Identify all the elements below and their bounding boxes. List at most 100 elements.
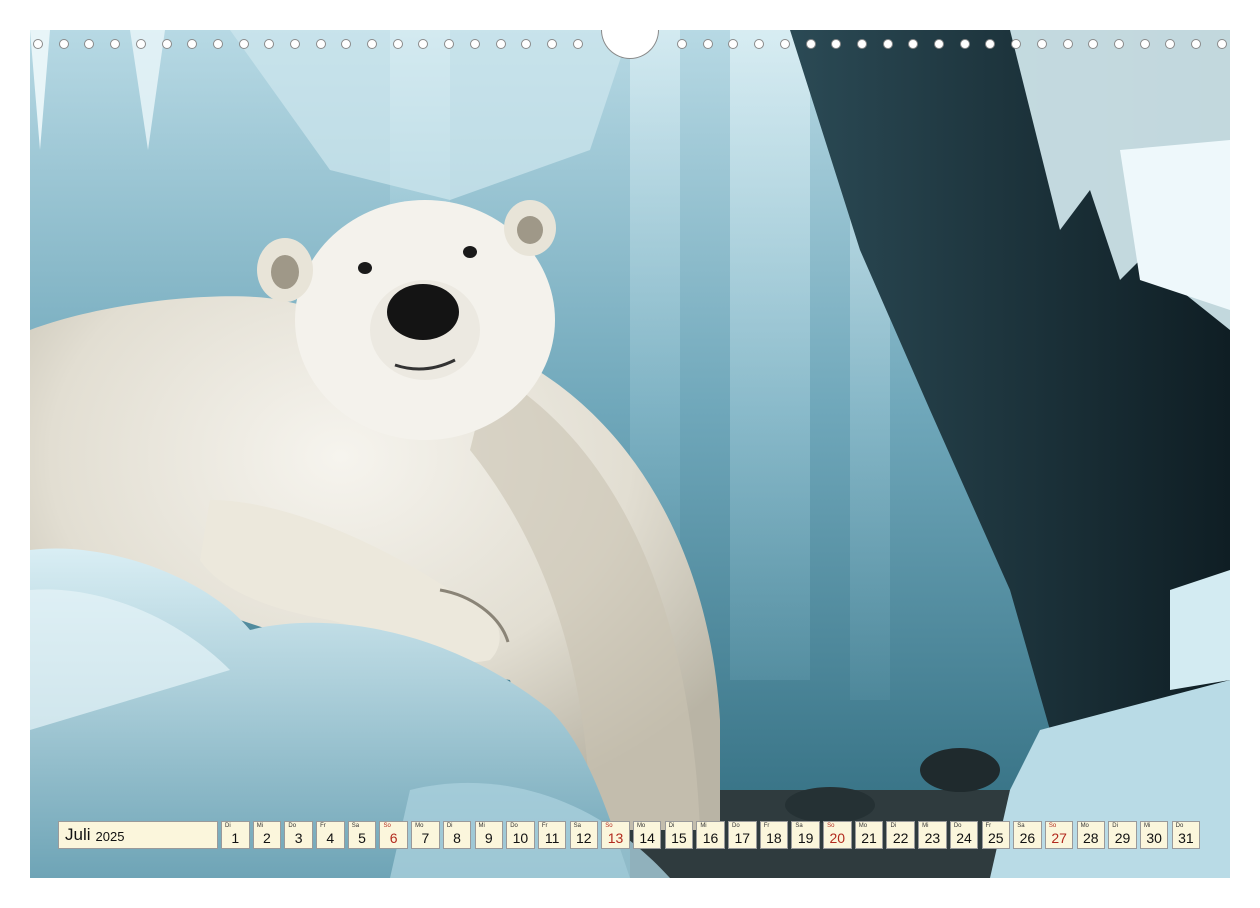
weekday-label: Mo: [636, 823, 646, 829]
weekday-label: Mo: [415, 823, 424, 829]
day-number: 29: [1114, 830, 1131, 846]
binding-hole: [213, 39, 223, 49]
weekday-label: Mo: [858, 823, 868, 829]
day-cell: Mo 7: [411, 821, 440, 849]
day-cell: Mi 23: [918, 821, 947, 849]
day-cell: So 13: [601, 821, 630, 849]
day-number: 21: [861, 830, 877, 846]
weekday-label: Fr: [320, 823, 326, 829]
binding-hole: [547, 39, 557, 49]
day-number: 2: [263, 830, 271, 846]
binding-hole: [470, 39, 480, 49]
weekday-label: Do: [288, 823, 297, 829]
weekday-label: Sa: [351, 823, 360, 829]
binding-hole: [496, 39, 506, 49]
binding-holes: [0, 0, 1260, 49]
binding-hole: [239, 39, 249, 49]
binding-hole: [573, 39, 583, 49]
binding-hole: [521, 39, 531, 49]
weekday-label: Fr: [541, 823, 548, 829]
day-number: 23: [924, 830, 941, 846]
weekday-label: Mi: [922, 823, 929, 829]
day-number: 19: [797, 830, 814, 846]
binding-hole: [985, 39, 995, 49]
weekday-label: Sa: [1017, 823, 1025, 829]
day-number: 7: [421, 830, 430, 846]
weekday-label: Fr: [763, 823, 770, 829]
binding-hole: [162, 39, 172, 49]
binding-hole: [754, 39, 764, 49]
binding-hole: [728, 39, 738, 49]
day-cell: So 27: [1044, 821, 1074, 849]
binding-hole: [1191, 39, 1201, 49]
binding-hole: [187, 39, 197, 49]
weekday-label: Mi: [256, 823, 264, 829]
weekday-label: Di: [225, 823, 231, 829]
day-number: 27: [1051, 830, 1067, 846]
weekday-label: Sa: [573, 823, 581, 829]
day-cell: Mo 14: [632, 821, 662, 849]
day-number: 3: [294, 830, 303, 846]
binding-hole: [960, 39, 970, 49]
weekday-label: So: [827, 823, 835, 829]
binding-hole: [341, 39, 351, 49]
binding-hole: [59, 39, 69, 49]
day-cell: Do 10: [506, 821, 535, 849]
calendar-page: Juli 2025 Di 1 Mi 2 Do 3 Fr 4 Sa 5 So 6 Mo 7 Di 8 Mi 9 Do 1…: [0, 0, 1260, 908]
day-cell: Di 15: [664, 821, 694, 849]
month-year: 2025: [95, 829, 125, 844]
binding-hole: [1114, 39, 1124, 49]
day-number: 22: [892, 830, 909, 846]
day-cell: So 6: [379, 821, 408, 849]
binding-hole: [290, 39, 300, 49]
day-cell: Di 22: [886, 821, 915, 849]
day-cell: Sa 19: [791, 821, 820, 849]
day-number: 6: [389, 830, 398, 846]
weekday-label: Di: [1112, 823, 1118, 829]
day-cell: Mo 28: [1076, 821, 1106, 849]
day-number: 30: [1146, 830, 1162, 846]
day-cell: Fr 18: [759, 821, 789, 849]
weekday-label: Mi: [478, 823, 485, 829]
binding-hole: [84, 39, 94, 49]
binding-hole: [264, 39, 274, 49]
binding-hole: [418, 39, 428, 49]
binding-hole: [33, 39, 43, 49]
month-label: Juli 2025: [58, 821, 218, 849]
day-cell: Do 17: [728, 821, 757, 849]
day-cell: Fr 4: [316, 821, 345, 849]
day-number: 25: [987, 830, 1004, 846]
weekday-label: Sa: [795, 823, 803, 829]
day-cell: Sa 12: [569, 821, 599, 849]
weekday-label: Do: [510, 823, 518, 829]
weekday-label: So: [1048, 823, 1057, 829]
day-number: 15: [671, 830, 687, 846]
weekday-label: Fr: [985, 823, 992, 829]
day-number: 10: [512, 830, 529, 846]
day-cell: Sa 5: [347, 821, 377, 849]
weekday-label: Di: [668, 823, 675, 829]
binding-hole: [1165, 39, 1175, 49]
weekday-label: Do: [1175, 823, 1184, 829]
ice-cave-scene: [30, 30, 1230, 878]
binding-hole: [883, 39, 893, 49]
weekday-label: Mi: [700, 823, 707, 829]
binding-hole: [136, 39, 146, 49]
binding-hole: [677, 39, 687, 49]
binding-hole: [393, 39, 403, 49]
day-number: 28: [1083, 830, 1099, 846]
binding-hole: [831, 39, 841, 49]
binding-hole: [1037, 39, 1047, 49]
day-number: 24: [956, 830, 972, 846]
day-number: 9: [484, 830, 493, 846]
binding-hole: [110, 39, 120, 49]
day-number: 20: [829, 830, 846, 846]
weekday-label: Mi: [1143, 823, 1151, 829]
day-cell: Di 1: [221, 821, 250, 849]
day-number: 14: [639, 830, 655, 846]
day-cell: Do 3: [284, 821, 313, 849]
day-number: 26: [1019, 830, 1036, 846]
polar-bear-photo: [30, 30, 1230, 878]
day-number: 4: [326, 830, 335, 846]
weekday-label: So: [383, 823, 391, 829]
